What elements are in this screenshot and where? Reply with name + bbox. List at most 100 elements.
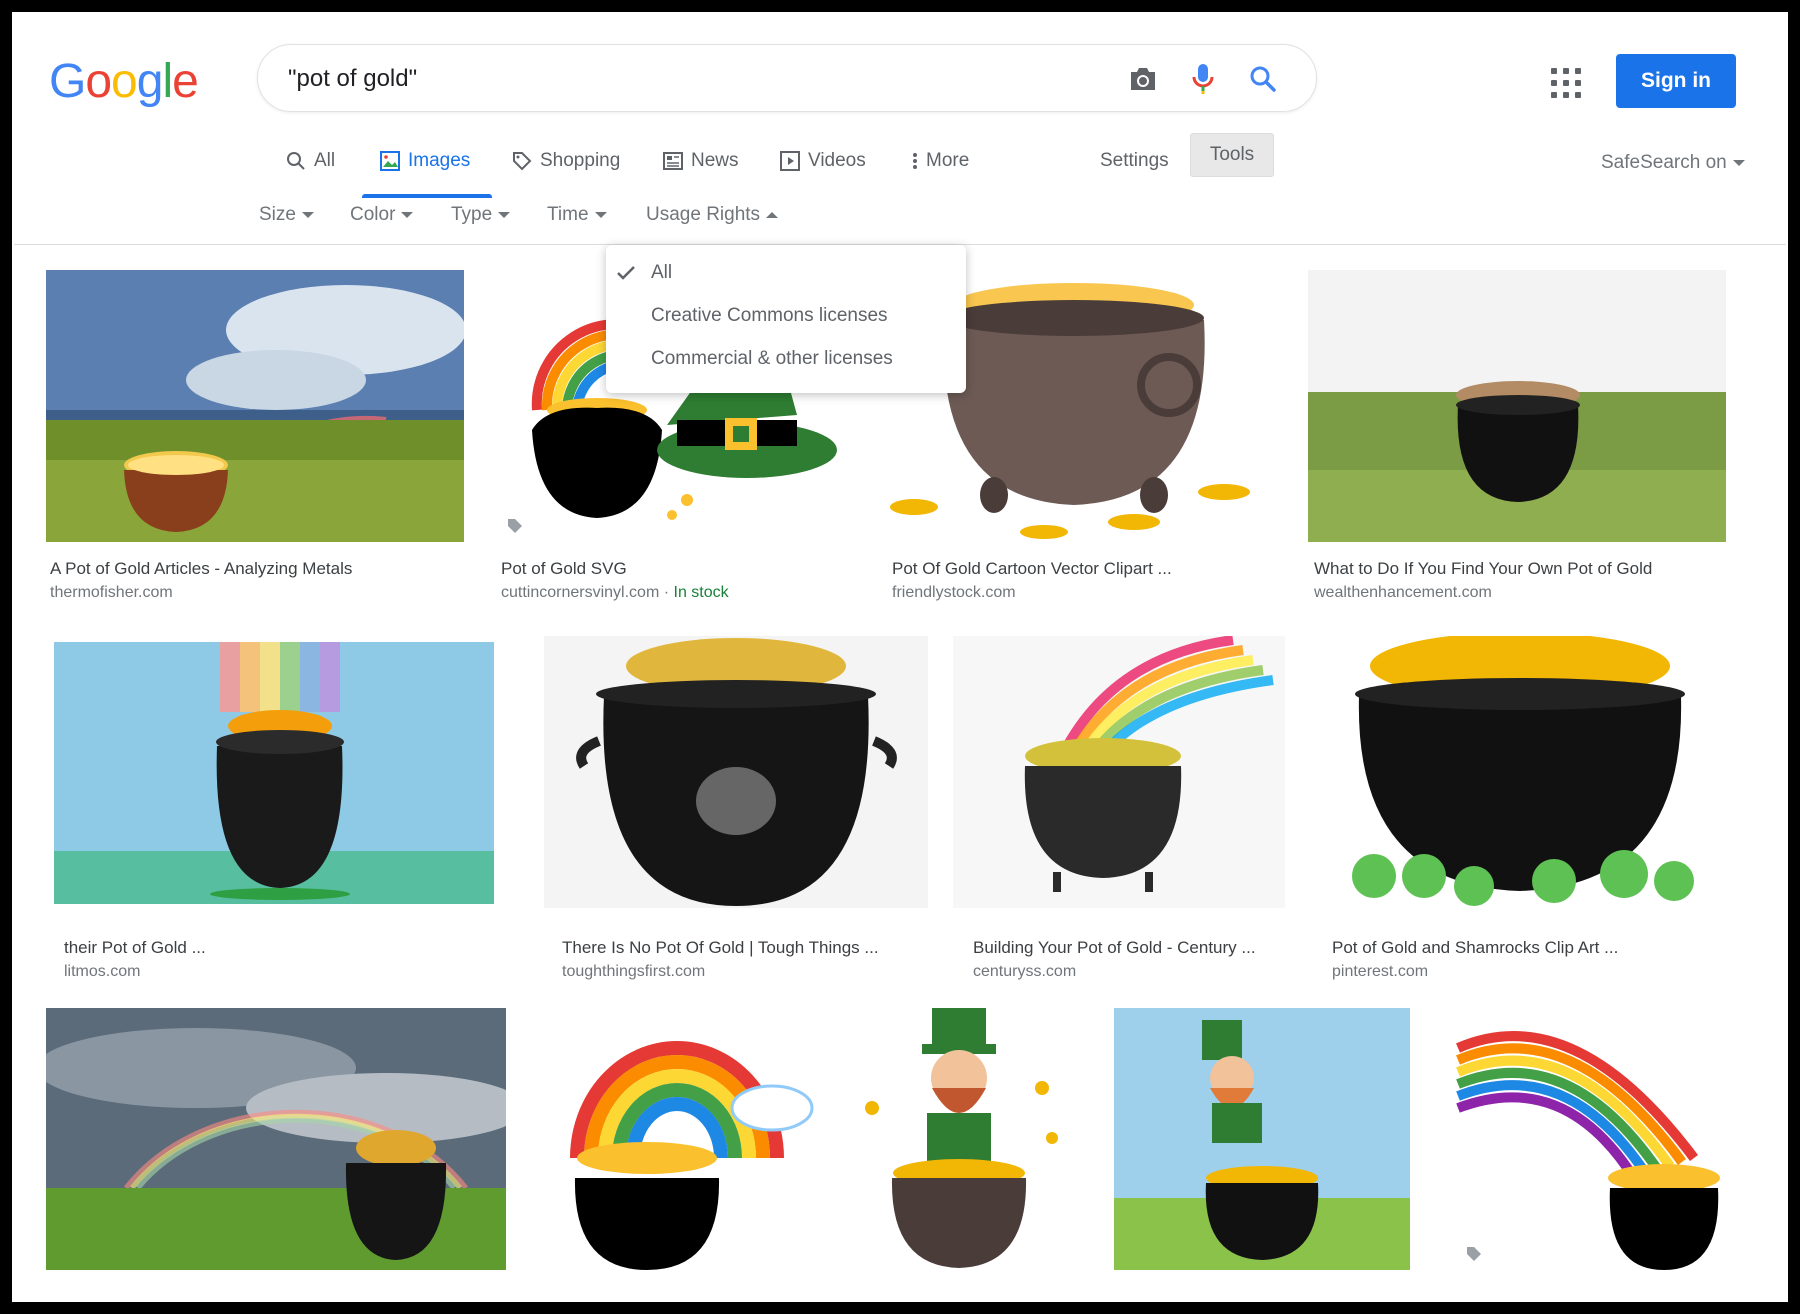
result-source[interactable]: litmos.com	[64, 963, 140, 981]
microphone-icon[interactable]	[1183, 59, 1223, 99]
filter-label: Usage Rights	[646, 204, 761, 225]
flat-pot-rainbow-image	[54, 642, 494, 904]
filter-time[interactable]: Time	[547, 204, 607, 226]
rainbow-field-pot-image	[46, 270, 464, 542]
chevron-down-icon	[498, 211, 511, 218]
tab-images[interactable]: Images	[380, 150, 470, 172]
logo-letter: o	[111, 55, 138, 108]
result-thumbnail[interactable]	[46, 270, 464, 542]
result-source[interactable]: pinterest.com	[1332, 963, 1428, 981]
result-title[interactable]: Pot Of Gold Cartoon Vector Clipart ...	[892, 559, 1276, 579]
leprechaun-jumping-image	[1114, 1008, 1410, 1270]
tab-label: Images	[408, 150, 471, 171]
filter-size[interactable]: Size	[259, 204, 314, 226]
result-source[interactable]: toughthingsfirst.com	[562, 963, 705, 981]
image-icon	[380, 151, 400, 171]
usage-rights-option-commercial[interactable]: Commercial & other licenses	[651, 348, 893, 370]
play-icon	[780, 151, 800, 171]
search-submit-icon[interactable]	[1243, 59, 1283, 99]
result-title[interactable]: What to Do If You Find Your Own Pot of G…	[1314, 559, 1726, 579]
rainbow-meadow-pot-image	[46, 1008, 506, 1270]
chevron-down-icon	[594, 211, 607, 218]
tools-button[interactable]: Tools	[1190, 133, 1274, 177]
logo-letter: g	[136, 55, 164, 108]
filter-type[interactable]: Type	[451, 204, 511, 226]
result-source[interactable]: cuttincornersvinyl.com · In stock	[501, 584, 729, 602]
result-title[interactable]: their Pot of Gold ...	[64, 938, 504, 958]
result-thumbnail[interactable]	[953, 636, 1285, 908]
result-title[interactable]: Building Your Pot of Gold - Century ...	[973, 938, 1285, 958]
settings-link[interactable]: Settings	[1100, 150, 1169, 172]
result-thumbnail[interactable]	[46, 1008, 506, 1270]
result-thumbnail[interactable]	[842, 1008, 1076, 1270]
result-thumbnail[interactable]	[42, 636, 512, 908]
filter-label: Type	[451, 204, 493, 225]
result-title[interactable]: Pot of Gold and Shamrocks Clip Art ...	[1332, 938, 1726, 958]
tab-label: News	[691, 150, 739, 171]
product-tag-icon	[1467, 1247, 1481, 1261]
pot-on-grass-image	[1308, 270, 1726, 542]
result-source[interactable]: centuryss.com	[973, 963, 1076, 981]
search-box	[257, 44, 1317, 112]
news-icon	[663, 152, 683, 170]
result-title[interactable]: There Is No Pot Of Gold | Tough Things .…	[562, 938, 928, 958]
logo-letter: G	[49, 55, 86, 108]
search-input[interactable]	[286, 59, 1070, 99]
sign-in-button[interactable]: Sign in	[1616, 54, 1736, 108]
safesearch-toggle[interactable]: SafeSearch on	[1601, 152, 1745, 174]
result-thumbnail[interactable]	[544, 636, 928, 908]
result-source[interactable]: thermofisher.com	[50, 584, 173, 602]
check-icon	[617, 266, 635, 280]
tag-icon	[513, 152, 532, 171]
chevron-down-icon	[1732, 159, 1745, 166]
rainbow-into-pot-image	[1024, 636, 1274, 892]
result-source[interactable]: wealthenhancement.com	[1314, 584, 1492, 602]
result-thumbnail[interactable]	[1308, 270, 1726, 542]
logo-letter: e	[172, 55, 199, 108]
product-tag-icon	[508, 519, 522, 533]
safesearch-label: SafeSearch on	[1601, 152, 1727, 173]
tab-shopping[interactable]: Shopping	[512, 150, 620, 172]
usage-rights-option-creative-commons[interactable]: Creative Commons licenses	[651, 305, 888, 327]
filter-color[interactable]: Color	[350, 204, 414, 226]
usage-rights-menu: All Creative Commons licenses Commercial…	[606, 245, 966, 393]
result-thumbnail[interactable]	[1102, 1008, 1410, 1270]
cartoon-rainbow-pot-image	[570, 1041, 814, 1270]
google-apps-icon[interactable]	[1551, 68, 1581, 98]
result-thumbnail[interactable]	[1314, 636, 1726, 908]
chevron-down-icon	[301, 211, 314, 218]
logo-letter: l	[162, 55, 173, 108]
tab-more[interactable]: More	[912, 150, 969, 172]
tab-label: All	[314, 150, 336, 171]
tab-label: More	[926, 150, 970, 171]
leprechaun-in-pot-image	[865, 1008, 1058, 1268]
camera-icon[interactable]	[1123, 59, 1163, 99]
filter-label: Size	[259, 204, 296, 225]
tab-videos[interactable]: Videos	[780, 150, 866, 172]
usage-rights-option-all[interactable]: All	[651, 262, 672, 284]
search-icon	[287, 152, 305, 170]
rainbow-arc-pot-image	[1456, 1031, 1720, 1270]
pot-shamrocks-image	[1352, 636, 1694, 906]
filter-usage-rights[interactable]: Usage Rights	[646, 204, 779, 226]
tab-label: Shopping	[540, 150, 621, 171]
result-thumbnail[interactable]	[537, 1008, 819, 1270]
tab-all[interactable]: All	[286, 150, 335, 172]
logo-letter: o	[85, 55, 112, 108]
chevron-up-icon	[766, 211, 779, 218]
more-vert-icon	[913, 153, 917, 169]
active-tab-indicator	[362, 194, 492, 198]
chevron-down-icon	[401, 211, 414, 218]
tab-news[interactable]: News	[663, 150, 739, 172]
google-images-page: Google Sign in All Images Shopping News	[14, 14, 1786, 1300]
tab-label: Videos	[808, 150, 866, 171]
filter-label: Time	[547, 204, 589, 225]
stock-status: In stock	[673, 584, 729, 601]
result-source[interactable]: friendlystock.com	[892, 584, 1016, 602]
result-thumbnail[interactable]	[1454, 1008, 1726, 1270]
result-title[interactable]: Pot of Gold SVG	[501, 559, 851, 579]
google-logo[interactable]: Google	[49, 54, 199, 109]
result-source-domain: cuttincornersvinyl.com	[501, 584, 660, 601]
black-cauldron-coins-image	[544, 636, 928, 908]
result-title[interactable]: A Pot of Gold Articles - Analyzing Metal…	[50, 559, 464, 579]
